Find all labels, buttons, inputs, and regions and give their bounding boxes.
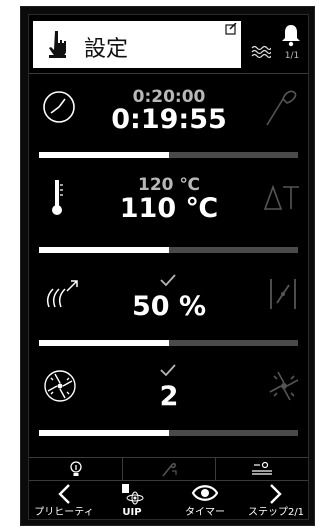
step-counter: 1/1 bbox=[284, 51, 300, 61]
probe-small-icon bbox=[161, 463, 177, 477]
device-screen: 設定 1/1 0:20:00 0:19:55 120 ℃ 110 ℃ 50 % … bbox=[20, 6, 315, 526]
function-row bbox=[29, 457, 308, 481]
core-probe-icon[interactable] bbox=[263, 85, 297, 127]
delta-t-icon[interactable] bbox=[263, 181, 301, 213]
damper-icon[interactable] bbox=[267, 277, 299, 311]
humidity-steam-icon[interactable] bbox=[43, 277, 83, 311]
light-bulb-icon bbox=[69, 461, 82, 476]
timer-progress-bar bbox=[39, 152, 298, 158]
timer-view-button[interactable]: タイマー bbox=[169, 481, 241, 519]
divider bbox=[29, 73, 308, 74]
humidity-progress-fill bbox=[39, 340, 169, 346]
steam-icon bbox=[251, 45, 271, 59]
edit-corner-icon bbox=[225, 23, 237, 35]
settings-shortcut-button[interactable] bbox=[216, 458, 308, 480]
settings-header-button[interactable]: 設定 bbox=[33, 21, 241, 68]
hand-pointer-icon bbox=[49, 31, 66, 58]
timer-progress-fill bbox=[39, 152, 169, 158]
thermometer-icon[interactable] bbox=[47, 177, 67, 217]
fan-speed-icon[interactable] bbox=[43, 369, 77, 403]
timer-actual-value[interactable]: 0:19:55 bbox=[89, 104, 249, 135]
temperature-progress-bar bbox=[39, 247, 298, 253]
settings-lines-icon bbox=[252, 461, 272, 475]
check-icon bbox=[160, 274, 176, 287]
fan-progress-bar bbox=[39, 430, 298, 436]
eye-icon bbox=[191, 485, 219, 501]
fan-actual-value[interactable]: 2 bbox=[89, 381, 249, 412]
humidity-actual-value[interactable]: 50 % bbox=[89, 291, 249, 322]
bell-icon[interactable] bbox=[280, 23, 302, 47]
fan-direction-icon[interactable] bbox=[267, 369, 301, 403]
temperature-progress-fill bbox=[39, 247, 169, 253]
page-title: 設定 bbox=[84, 37, 129, 62]
temperature-actual-value[interactable]: 110 ℃ bbox=[89, 193, 249, 224]
uip-atom-icon bbox=[122, 484, 144, 505]
check-icon bbox=[160, 364, 176, 377]
uip-button[interactable]: UIP bbox=[107, 481, 157, 519]
light-button[interactable] bbox=[29, 458, 123, 480]
probe-shortcut-button[interactable] bbox=[122, 458, 216, 480]
preheat-label: プリヒーティ bbox=[34, 507, 94, 518]
next-step-button[interactable]: ステップ2/1 bbox=[244, 481, 308, 519]
chevron-left-icon bbox=[58, 484, 70, 504]
cooking-panel: 設定 1/1 0:20:00 0:19:55 120 ℃ 110 ℃ 50 % … bbox=[28, 14, 309, 520]
timer-label: タイマー bbox=[185, 507, 225, 518]
chevron-right-icon bbox=[270, 484, 282, 504]
temperature-set-value: 120 ℃ bbox=[138, 175, 200, 195]
uip-label: UIP bbox=[122, 507, 142, 518]
humidity-progress-bar bbox=[39, 340, 298, 346]
clock-icon[interactable] bbox=[41, 89, 77, 125]
step-label: ステップ2/1 bbox=[247, 507, 305, 518]
fan-progress-fill bbox=[39, 430, 169, 436]
preheat-back-button[interactable]: プリヒーティ bbox=[29, 481, 99, 519]
